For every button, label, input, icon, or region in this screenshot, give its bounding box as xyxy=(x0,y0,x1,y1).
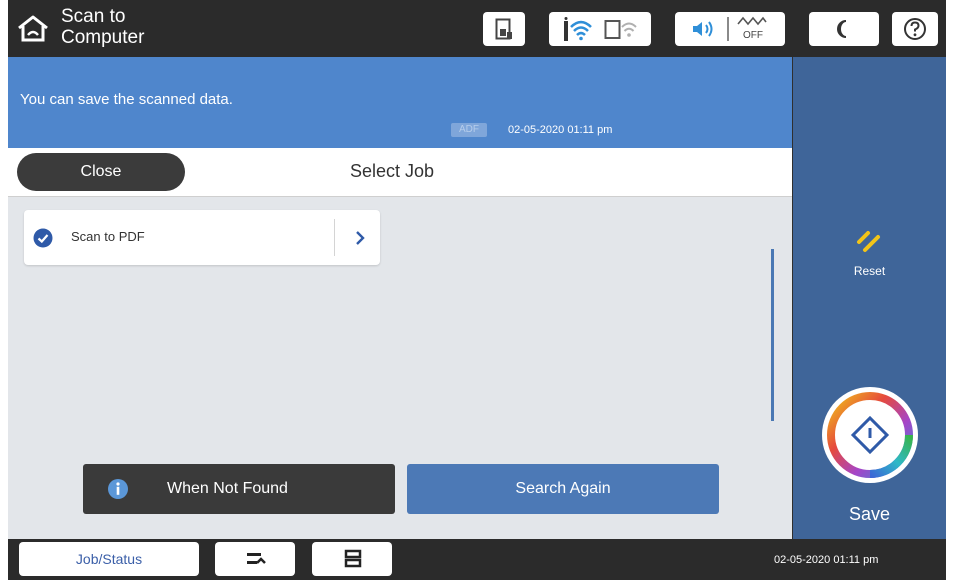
save-label: Save xyxy=(848,504,891,524)
banner-datetime: 02-05-2020 01:11 pm xyxy=(508,124,613,136)
when-not-found-button[interactable]: When Not Found xyxy=(83,464,395,514)
sound-status-button[interactable]: OFF xyxy=(675,12,785,46)
help-button[interactable] xyxy=(892,12,938,46)
printer-status-button[interactable] xyxy=(312,542,392,576)
home-icon[interactable] xyxy=(16,13,50,43)
sleep-icon xyxy=(837,20,847,38)
screen-title: Select Job xyxy=(350,161,435,181)
ink-status-button[interactable] xyxy=(483,12,525,46)
banner-message: You can save the scanned data. xyxy=(20,91,233,108)
header-row: Close Select Job xyxy=(8,148,792,197)
list-item[interactable]: Scan to PDF xyxy=(24,210,380,265)
job-list-button[interactable] xyxy=(215,542,295,576)
side-panel: Reset Save xyxy=(793,57,946,539)
sound-icon xyxy=(693,21,713,37)
chevron-right-icon[interactable] xyxy=(350,228,370,248)
network-status-button[interactable] xyxy=(549,12,651,46)
search-again-button[interactable]: Search Again xyxy=(407,464,719,514)
help-icon xyxy=(904,18,926,40)
message-banner: You can save the scanned data. ADF 02-05… xyxy=(8,57,792,148)
bottom-datetime: 02-05-2020 01:11 pm xyxy=(774,554,879,566)
status-divider xyxy=(727,17,729,41)
app-title-line-2: Computer xyxy=(61,27,145,48)
job-list-area: Scan to PDF When Not Found Search Again xyxy=(8,197,792,539)
sleep-button[interactable] xyxy=(809,12,879,46)
printer-icon xyxy=(344,549,362,568)
bottom-bar: Job/Status 02-05-2020 01:11 pm xyxy=(8,539,946,580)
job-queue-icon xyxy=(247,553,266,564)
reset-icon[interactable] xyxy=(855,228,885,254)
app-title: Scan to Computer xyxy=(61,6,221,48)
info-icon xyxy=(108,479,128,499)
item-divider xyxy=(334,219,335,256)
job-label: Scan to PDF xyxy=(71,229,145,244)
ink-icon xyxy=(495,18,512,40)
wifi-direct-icon xyxy=(604,20,637,39)
job-status-button[interactable]: Job/Status xyxy=(19,542,199,576)
reset-label[interactable]: Reset xyxy=(793,264,946,278)
scrollbar[interactable] xyxy=(771,249,774,421)
top-status-bar: Scan to Computer OFF xyxy=(8,0,946,57)
wifi-icon xyxy=(564,17,592,41)
start-button[interactable] xyxy=(821,386,919,484)
when-not-found-label: When Not Found xyxy=(167,480,288,497)
printer-screen: Scan to Computer OFF You can save the sc… xyxy=(8,0,946,580)
quiet-off-label: OFF xyxy=(743,30,763,41)
quiet-mode-off-icon: OFF xyxy=(737,16,767,41)
app-title-line-1: Scan to xyxy=(61,6,126,27)
source-badge: ADF xyxy=(451,123,487,137)
close-button[interactable]: Close xyxy=(17,153,185,191)
checkmark-icon xyxy=(33,228,53,248)
